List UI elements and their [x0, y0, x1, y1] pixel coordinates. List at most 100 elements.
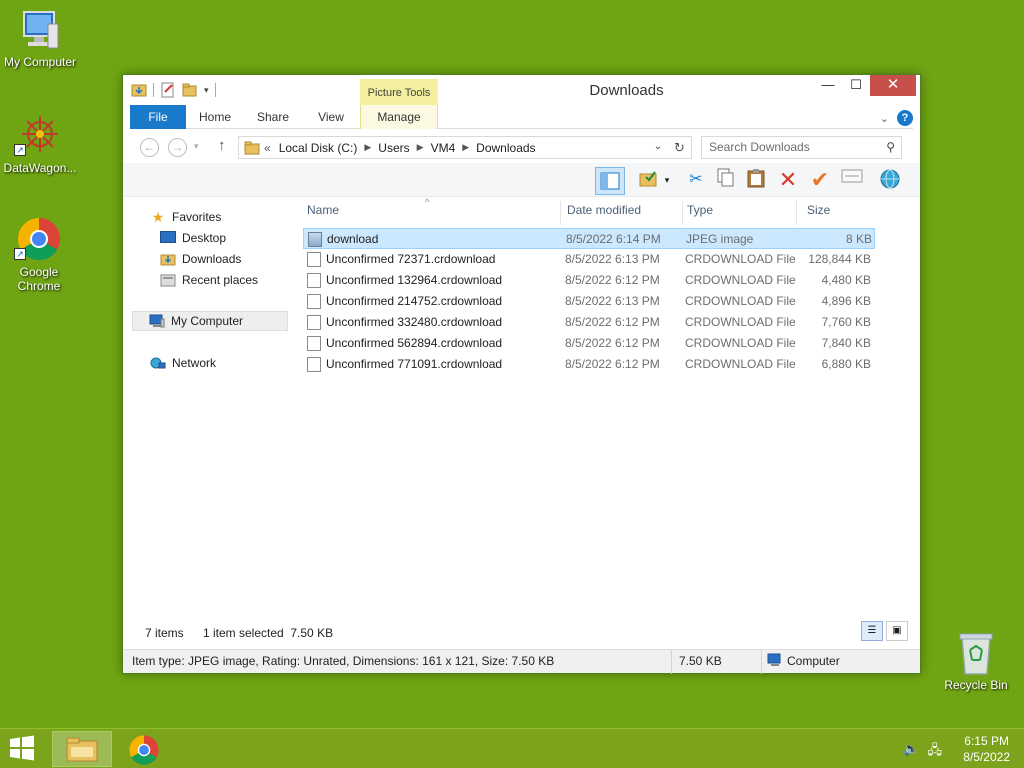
help-icon[interactable]: ? [897, 110, 913, 126]
recent-places-icon [160, 273, 176, 287]
nav-item-favorites[interactable]: ★ Favorites [150, 207, 222, 227]
recent-locations-chevron-icon[interactable]: ▾ [194, 141, 199, 152]
tab-home[interactable]: Home [192, 105, 238, 129]
file-date: 8/5/2022 6:12 PM [565, 273, 660, 287]
table-row[interactable]: download 8/5/2022 6:14 PM JPEG image 8 K… [303, 228, 875, 249]
file-type: CRDOWNLOAD File [685, 273, 796, 287]
desktop-icon-google-chrome[interactable]: ↗ Google Chrome [0, 216, 78, 293]
file-date: 8/5/2022 6:12 PM [565, 315, 660, 329]
command-toolbar: ▾ ✂ ✕ ✔ [123, 163, 920, 197]
file-icon [307, 294, 321, 309]
clock[interactable]: 6:15 PM 8/5/2022 [963, 733, 1010, 765]
nav-item-network[interactable]: Network [150, 353, 216, 373]
file-icon [307, 252, 321, 267]
file-date: 8/5/2022 6:14 PM [566, 232, 661, 246]
tab-share[interactable]: Share [250, 105, 296, 129]
file-type: CRDOWNLOAD File [685, 357, 796, 371]
view-switcher: ☰ ▣ [861, 621, 908, 641]
column-header-date-modified[interactable]: Date modified [567, 201, 683, 225]
globe-icon[interactable] [877, 168, 903, 192]
status-bar: 7 items 1 item selected 7.50 KB [137, 624, 906, 642]
table-row[interactable]: Unconfirmed 214752.crdownload 8/5/2022 6… [303, 291, 875, 312]
column-header-name[interactable]: Name [307, 201, 561, 225]
tab-manage[interactable]: Manage [360, 105, 438, 129]
column-header-size[interactable]: Size [807, 201, 877, 225]
file-name: Unconfirmed 562894.crdownload [326, 336, 503, 350]
nav-item-desktop[interactable]: Desktop [160, 228, 226, 248]
search-input[interactable]: Search Downloads ⚲ [701, 136, 902, 159]
system-tray: 🔈 🖧 [903, 741, 942, 763]
tab-file[interactable]: File [130, 105, 186, 129]
file-type: CRDOWNLOAD File [685, 315, 796, 329]
maximize-button[interactable]: ☐ [842, 75, 870, 96]
large-icons-view-button[interactable]: ▣ [886, 621, 908, 641]
computer-icon [149, 314, 165, 328]
table-row[interactable]: Unconfirmed 771091.crdownload 8/5/2022 6… [303, 354, 875, 375]
copy-icon[interactable] [713, 168, 739, 192]
file-date: 8/5/2022 6:13 PM [565, 294, 660, 308]
taskbar-file-explorer[interactable] [52, 731, 112, 767]
taskbar-google-chrome[interactable] [114, 731, 174, 767]
details-view-button[interactable]: ☰ [861, 621, 883, 641]
delete-icon[interactable]: ✕ [775, 168, 801, 192]
back-button[interactable]: ← [140, 138, 159, 157]
nav-item-recent-places[interactable]: Recent places [160, 270, 258, 290]
folder-options-icon[interactable] [635, 168, 661, 192]
breadcrumb-overflow[interactable]: « [260, 141, 275, 155]
breadcrumb-users[interactable]: Users [374, 141, 413, 155]
volume-muted-icon[interactable]: 🔈 [903, 741, 919, 763]
network-status-icon[interactable]: 🖧 [928, 741, 943, 763]
refresh-button[interactable]: ↻ [668, 136, 692, 159]
up-arrow-icon[interactable]: ↑ [218, 137, 226, 154]
forward-button[interactable]: → [168, 138, 187, 157]
file-name: Unconfirmed 332480.crdownload [326, 315, 503, 329]
file-type: CRDOWNLOAD File [685, 336, 796, 350]
address-dropdown-icon[interactable]: ⌄ [650, 136, 666, 159]
breadcrumb-local-disk[interactable]: Local Disk (C:) [275, 141, 362, 155]
breadcrumb-chevron-icon[interactable]: ▶ [414, 142, 427, 153]
file-name: Unconfirmed 771091.crdownload [326, 357, 503, 371]
column-header-type[interactable]: Type [687, 201, 797, 225]
nav-item-label: Downloads [182, 252, 242, 266]
cut-icon[interactable]: ✂ [683, 168, 709, 192]
table-row[interactable]: Unconfirmed 132964.crdownload 8/5/2022 6… [303, 270, 875, 291]
address-bar[interactable]: « Local Disk (C:) ▶ Users ▶ VM4 ▶ Downlo… [238, 136, 692, 159]
rename-check-icon[interactable]: ✔ [807, 168, 833, 192]
close-button[interactable]: ✕ [870, 75, 916, 96]
properties-panel-icon[interactable] [839, 168, 865, 192]
file-type: CRDOWNLOAD File [685, 252, 796, 266]
tab-view[interactable]: View [310, 105, 352, 129]
ribbon-tabs: File Home Share View Manage [130, 105, 913, 129]
preview-pane-icon[interactable] [595, 167, 625, 195]
breadcrumb-chevron-icon[interactable]: ▶ [361, 142, 374, 153]
clock-time: 6:15 PM [964, 734, 1009, 748]
table-row[interactable]: Unconfirmed 72371.crdownload 8/5/2022 6:… [303, 249, 875, 270]
folder-options-chevron-icon[interactable]: ▾ [661, 168, 673, 192]
breadcrumb-vm4[interactable]: VM4 [427, 141, 460, 155]
breadcrumb-downloads[interactable]: Downloads [472, 141, 539, 155]
paste-icon[interactable] [743, 168, 769, 192]
address-row: ← → ▾ ↑ « Local Disk (C:) ▶ Users ▶ VM4 … [130, 134, 913, 160]
windows-logo-icon [10, 735, 34, 761]
minimize-button[interactable]: — [814, 75, 842, 96]
desktop-icon-recycle-bin[interactable]: Recycle Bin [938, 630, 1014, 692]
start-button[interactable] [8, 735, 40, 763]
recycle-bin-icon [959, 633, 993, 675]
details-divider [671, 650, 672, 674]
title-bar[interactable]: ▾ Picture Tools Downloads — ☐ ✕ [123, 75, 920, 105]
item-location: Computer [787, 654, 840, 668]
file-date: 8/5/2022 6:13 PM [565, 252, 660, 266]
desktop-icon-datawagon[interactable]: ↗ DataWagon... [0, 112, 80, 175]
shortcut-arrow-icon: ↗ [14, 144, 26, 156]
search-icon[interactable]: ⚲ [886, 137, 895, 158]
nav-item-downloads[interactable]: Downloads [160, 249, 241, 269]
table-row[interactable]: Unconfirmed 332480.crdownload 8/5/2022 6… [303, 312, 875, 333]
desktop-icon-my-computer[interactable]: My Computer [0, 10, 80, 69]
desktop-icon-label: My Computer [3, 55, 77, 69]
breadcrumb-chevron-icon[interactable]: ▶ [459, 142, 472, 153]
nav-item-my-computer[interactable]: My Computer [132, 311, 288, 331]
search-placeholder: Search Downloads [709, 140, 810, 154]
table-row[interactable]: Unconfirmed 562894.crdownload 8/5/2022 6… [303, 333, 875, 354]
expand-ribbon-chevron-icon[interactable]: ⌄ [880, 112, 889, 125]
navigation-pane: ★ Favorites Desktop Downloads Recent pla… [130, 201, 290, 611]
